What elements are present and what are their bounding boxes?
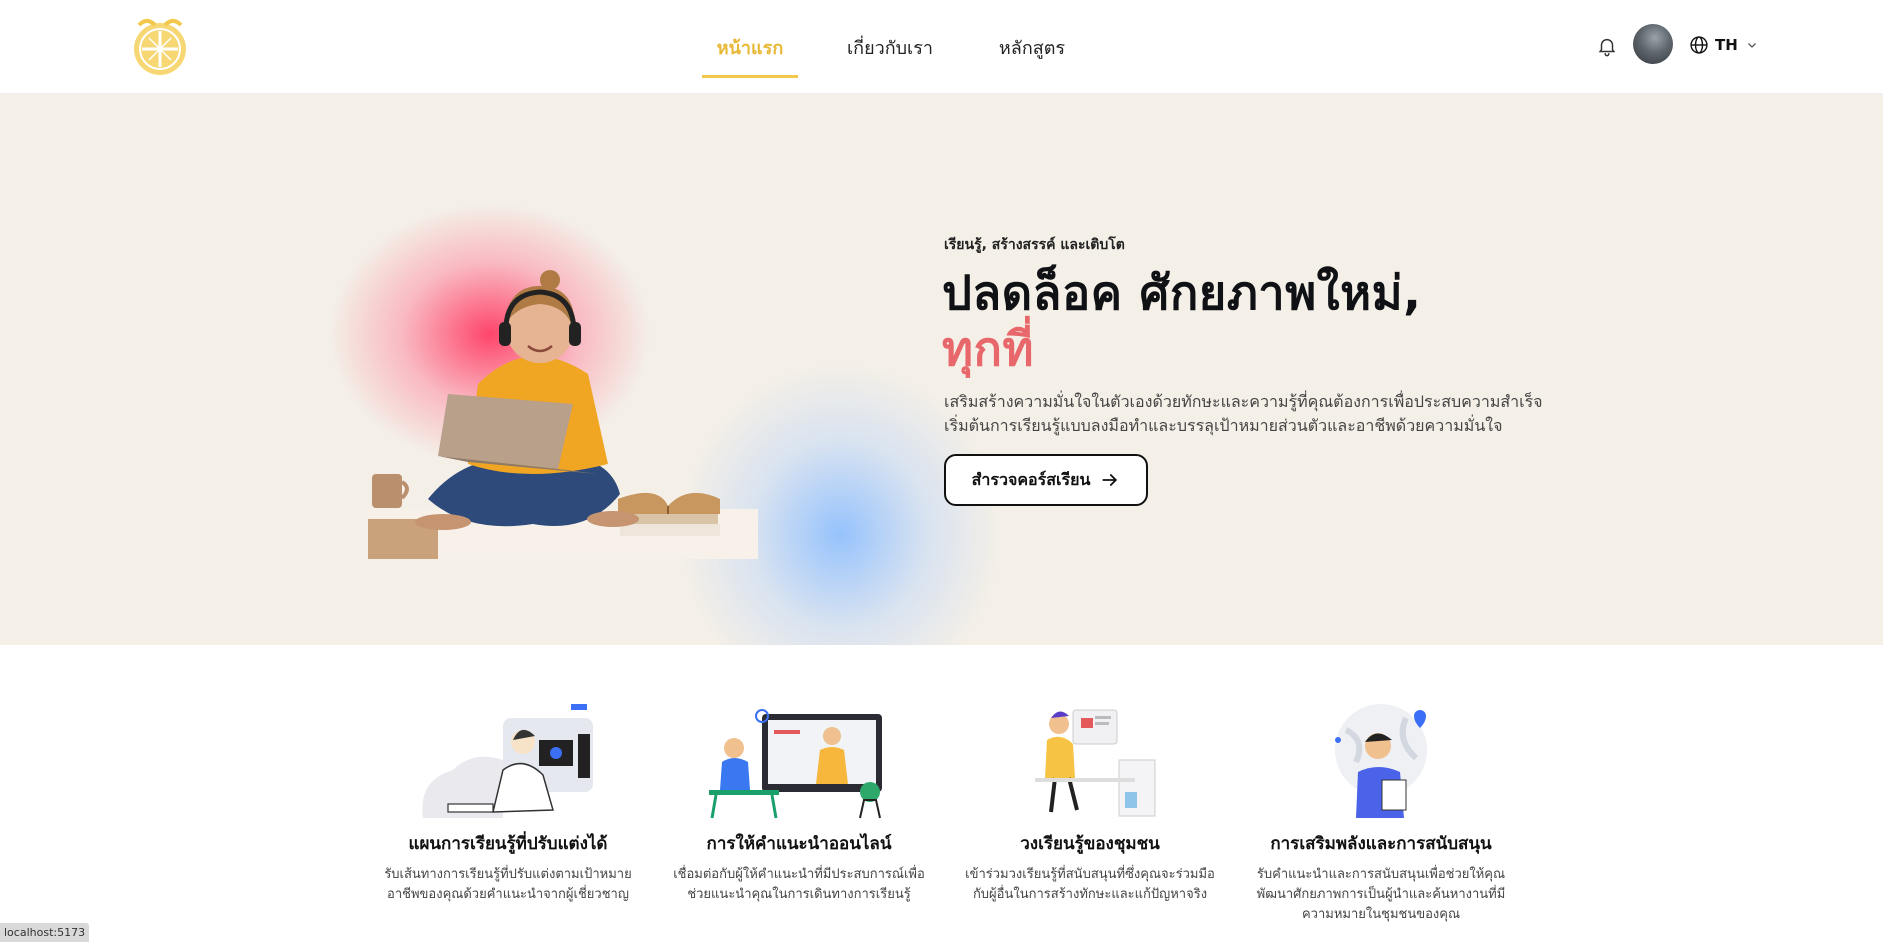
hero-description-line2: เริ่มต้นการเรียนรู้แบบลงมือทำและบรรลุเป้… — [944, 416, 1503, 435]
feature-description: เข้าร่วมวงเรียนรู้ที่สนับสนุนที่ซึ่งคุณจ… — [952, 865, 1228, 905]
user-avatar[interactable] — [1633, 24, 1673, 64]
feature-card: การให้คำแนะนำออนไลน์ เชื่อมต่อกับผู้ให้ค… — [661, 700, 937, 905]
feature-desc-line: อาชีพของคุณด้วยคำแนะนำจากผู้เชี่ยวชาญ — [387, 887, 629, 902]
explore-courses-label: สำรวจคอร์สเรียน — [971, 469, 1091, 489]
community-circle-illustration — [1035, 709, 1156, 817]
feature-title: แผนการเรียนรู้ที่ปรับแต่งได้ — [408, 834, 608, 854]
feature-description: รับคำแนะนำและการสนับสนุนเพื่อช่วยให้คุณ … — [1243, 865, 1519, 925]
feature-card: วงเรียนรู้ของชุมชน เข้าร่วมวงเรียนรู้ที่… — [952, 700, 1228, 905]
feature-title: การเสริมพลังและการสนับสนุน — [1270, 834, 1492, 854]
feature-desc-line: เข้าร่วมวงเรียนรู้ที่สนับสนุนที่ซึ่งคุณจ… — [965, 867, 1215, 882]
feature-desc-line: เชื่อมต่อกับผู้ให้คำแนะนำที่มีประสบการณ์… — [673, 867, 925, 882]
hero-headline-accent: ทุกที่ — [942, 322, 1034, 377]
feature-description: เชื่อมต่อกับผู้ให้คำแนะนำที่มีประสบการณ์… — [661, 865, 937, 905]
chevron-down-icon — [1747, 43, 1756, 48]
feature-card: แผนการเรียนรู้ที่ปรับแต่งได้ รับเส้นทางก… — [370, 700, 646, 905]
empowerment-support-illustration — [1335, 704, 1427, 818]
feature-title: การให้คำแนะนำออนไลน์ — [706, 834, 892, 854]
arrow-right-icon — [1102, 474, 1118, 486]
hero-tagline: เรียนรู้, สร้างสรรค์ และเติบโต — [944, 237, 1125, 253]
globe-icon — [1690, 36, 1708, 54]
nav-home[interactable]: หน้าแรก — [702, 0, 798, 94]
hero-section: เรียนรู้, สร้างสรรค์ และเติบโต ปลดล็อค ศ… — [0, 94, 1883, 645]
online-mentoring-illustration — [709, 709, 882, 819]
feature-desc-line: พัฒนาศักยภาพการเป็นผู้นำและค้นหางานที่มี — [1256, 887, 1506, 902]
bell-icon[interactable] — [1596, 35, 1618, 57]
hero-description: เสริมสร้างความมั่นใจในตัวเองด้วยทักษะและ… — [944, 390, 1544, 438]
hero-headline: ปลดล็อค ศักยภาพใหม่, ทุกที่ — [942, 266, 1421, 378]
top-navbar: หน้าแรก เกี่ยวกับเรา หลักสูตร TH — [0, 0, 1883, 94]
language-code: TH — [1715, 36, 1738, 54]
hero-description-line1: เสริมสร้างความมั่นใจในตัวเองด้วยทักษะและ… — [944, 392, 1543, 411]
nav-about[interactable]: เกี่ยวกับเรา — [838, 0, 942, 94]
hero-headline-line1: ปลดล็อค ศักยภาพใหม่, — [942, 266, 1422, 321]
university-emblem-logo[interactable] — [127, 13, 193, 79]
feature-desc-line: ความหมายในชุมชนของคุณ — [1301, 907, 1461, 922]
feature-desc-line: กับผู้อื่นในการสร้างทักษะและแก้ปัญหาจริง — [972, 887, 1208, 902]
explore-courses-button[interactable]: สำรวจคอร์สเรียน — [944, 454, 1148, 506]
feature-description: รับเส้นทางการเรียนรู้ที่ปรับแต่งตามเป้าห… — [370, 865, 646, 905]
nav-courses[interactable]: หลักสูตร — [982, 0, 1082, 94]
personalized-plan-illustration — [422, 704, 593, 818]
feature-desc-line: รับคำแนะนำและการสนับสนุนเพื่อช่วยให้คุณ — [1256, 867, 1506, 882]
main-nav: หน้าแรก เกี่ยวกับเรา หลักสูตร — [702, 0, 1122, 94]
feature-card: การเสริมพลังและการสนับสนุน รับคำแนะนำและ… — [1243, 700, 1519, 925]
browser-status-url: localhost:5173 — [0, 923, 90, 942]
student-with-laptop-image — [368, 270, 758, 559]
feature-title: วงเรียนรู้ของชุมชน — [1020, 834, 1160, 854]
feature-desc-line: ช่วยแนะนำคุณในการเดินทางการเรียนรู้ — [687, 887, 911, 902]
language-selector[interactable]: TH — [1689, 33, 1758, 57]
features-section: แผนการเรียนรู้ที่ปรับแต่งได้ รับเส้นทางก… — [370, 700, 1516, 942]
feature-desc-line: รับเส้นทางการเรียนรู้ที่ปรับแต่งตามเป้าห… — [384, 867, 632, 882]
